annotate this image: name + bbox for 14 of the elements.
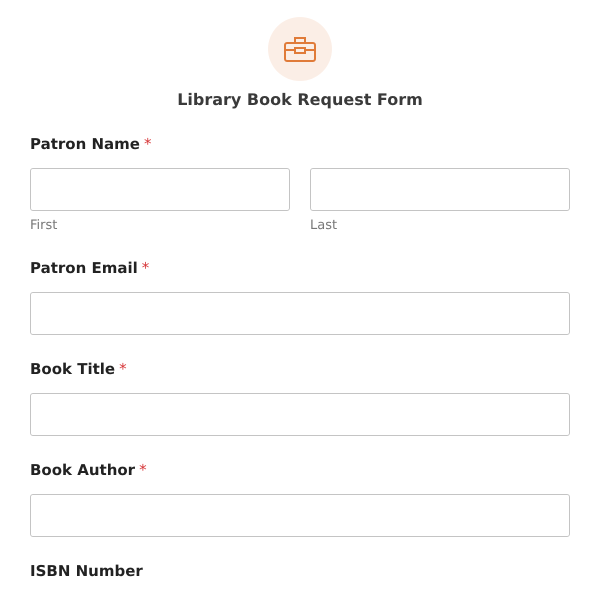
input-field[interactable] [310,168,570,211]
briefcase-icon [284,36,316,62]
input-field[interactable] [30,393,570,436]
sub-label: Last [310,218,338,234]
sub-label: First [30,218,58,234]
field-label: Book Author * [30,460,148,480]
input-field[interactable] [30,168,290,211]
form-title: Library Book Request Form [177,90,423,110]
input-field[interactable] [30,494,570,537]
field-label: Book Title * [30,359,128,379]
field-label: Patron Email * [30,258,150,278]
field-label: Patron Name * [30,134,152,154]
input-field[interactable] [30,292,570,335]
field-label: ISBN Number [30,561,144,581]
